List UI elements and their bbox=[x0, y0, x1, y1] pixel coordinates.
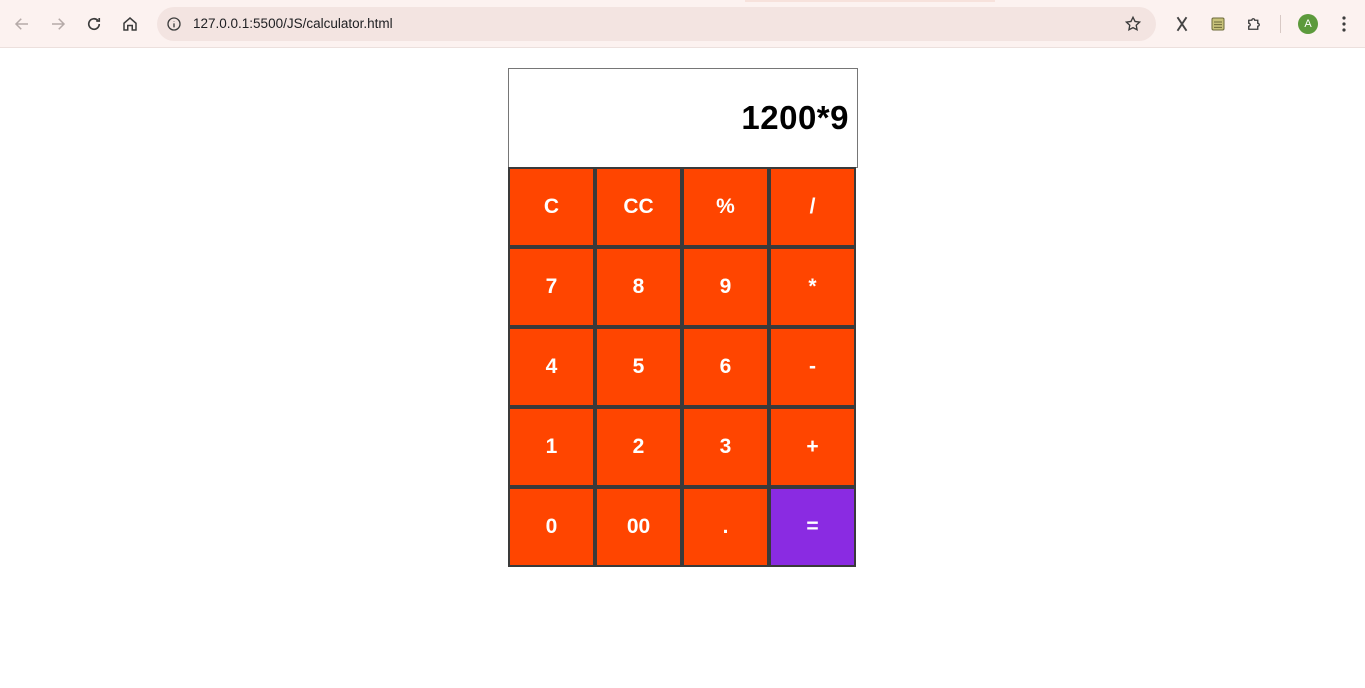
key-5[interactable]: 5 bbox=[595, 327, 682, 407]
browser-toolbar: 127.0.0.1:5500/JS/calculator.html A bbox=[0, 0, 1365, 48]
keypad: C CC % / 7 8 9 * 4 5 6 - 1 2 3 + 0 00 . … bbox=[508, 167, 858, 568]
key-00[interactable]: 00 bbox=[595, 487, 682, 567]
key-decimal[interactable]: . bbox=[682, 487, 769, 567]
forward-button[interactable] bbox=[46, 12, 70, 36]
address-bar[interactable]: 127.0.0.1:5500/JS/calculator.html bbox=[157, 7, 1156, 41]
key-clear[interactable]: C bbox=[508, 167, 595, 247]
key-1[interactable]: 1 bbox=[508, 407, 595, 487]
key-7[interactable]: 7 bbox=[508, 247, 595, 327]
key-percent[interactable]: % bbox=[682, 167, 769, 247]
url-text[interactable]: 127.0.0.1:5500/JS/calculator.html bbox=[193, 16, 393, 31]
site-info-icon[interactable] bbox=[165, 15, 183, 33]
key-6[interactable]: 6 bbox=[682, 327, 769, 407]
extensions-puzzle-icon[interactable] bbox=[1243, 13, 1265, 35]
key-2[interactable]: 2 bbox=[595, 407, 682, 487]
key-clear-all[interactable]: CC bbox=[595, 167, 682, 247]
key-8[interactable]: 8 bbox=[595, 247, 682, 327]
key-multiply[interactable]: * bbox=[769, 247, 856, 327]
profile-avatar[interactable]: A bbox=[1298, 14, 1318, 34]
key-4[interactable]: 4 bbox=[508, 327, 595, 407]
key-divide[interactable]: / bbox=[769, 167, 856, 247]
back-button[interactable] bbox=[10, 12, 34, 36]
toolbar-separator bbox=[1280, 15, 1281, 33]
key-subtract[interactable]: - bbox=[769, 327, 856, 407]
arrow-left-icon bbox=[14, 18, 28, 30]
arrow-right-icon bbox=[52, 18, 66, 30]
tab-strip-edge bbox=[745, 0, 995, 2]
home-button[interactable] bbox=[118, 12, 142, 36]
calculator-display[interactable]: 1200*9 bbox=[508, 68, 858, 168]
key-9[interactable]: 9 bbox=[682, 247, 769, 327]
key-0[interactable]: 0 bbox=[508, 487, 595, 567]
kebab-menu-icon[interactable] bbox=[1334, 13, 1354, 35]
key-add[interactable]: + bbox=[769, 407, 856, 487]
sheets-extension-icon[interactable] bbox=[1207, 13, 1229, 35]
bookmark-star-icon[interactable] bbox=[1124, 15, 1142, 33]
x-extension-icon[interactable] bbox=[1171, 13, 1193, 35]
key-3[interactable]: 3 bbox=[682, 407, 769, 487]
home-icon bbox=[123, 17, 137, 31]
calculator: 1200*9 C CC % / 7 8 9 * 4 5 6 - 1 2 3 + … bbox=[508, 68, 858, 568]
key-equals[interactable]: = bbox=[769, 487, 856, 567]
reload-icon bbox=[87, 17, 101, 31]
reload-button[interactable] bbox=[82, 12, 106, 36]
